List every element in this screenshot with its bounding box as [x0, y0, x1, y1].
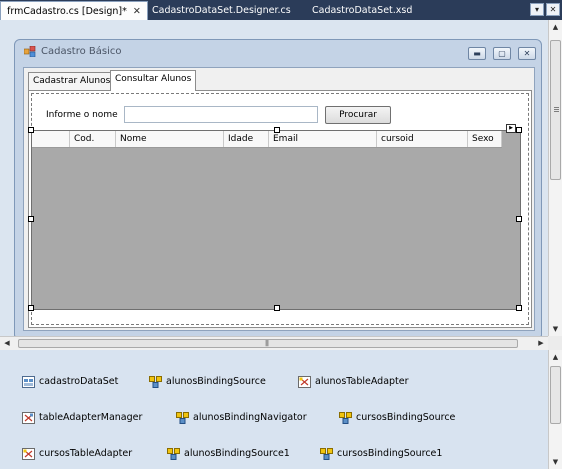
- resize-handle-top[interactable]: [274, 127, 280, 133]
- grip-line: [554, 107, 559, 108]
- doc-tab-dataset-xsd[interactable]: CadastroDataSet.xsd: [306, 1, 418, 20]
- form-client-area: Cadastrar Alunos Consultar Alunos Inform…: [23, 67, 535, 331]
- scroll-right-icon[interactable]: ▶: [534, 337, 548, 350]
- tab-page-selection-border: Informe o nome Procurar Cod. Nome Idade …: [28, 93, 529, 325]
- resize-handle-right[interactable]: [516, 216, 522, 222]
- column-header-cod[interactable]: Cod.: [70, 131, 116, 147]
- table-adapter-manager-icon: [22, 412, 35, 424]
- binding-source-icon: [149, 376, 162, 388]
- close-document-icon[interactable]: ✕: [546, 3, 560, 16]
- doc-tab-frmcadastro-design[interactable]: frmCadastro.cs [Design]* ✕: [0, 1, 148, 20]
- search-label: Informe o nome: [46, 110, 118, 120]
- doc-tab-label: CadastroDataSet.xsd: [312, 5, 413, 16]
- component-name: cursosBindingSource1: [337, 448, 443, 459]
- component-name: alunosBindingSource1: [184, 448, 290, 459]
- resize-handle-bottom[interactable]: [274, 305, 280, 311]
- design-surface: Cadastro Básico ▬ ▢ ✕ Cadastrar Alunos C…: [0, 20, 548, 336]
- close-tab-icon[interactable]: ✕: [133, 6, 141, 17]
- component-name: cadastroDataSet: [39, 376, 119, 387]
- tab-dropdown-icon[interactable]: ▾: [530, 3, 544, 16]
- scroll-down-icon[interactable]: ▼: [549, 455, 562, 469]
- grip-icon: |||: [265, 340, 269, 347]
- resize-handle-top-right[interactable]: [516, 127, 522, 133]
- binding-navigator-icon: [176, 412, 189, 424]
- doc-tab-dataset-designer[interactable]: CadastroDataSet.Designer.cs: [146, 1, 297, 20]
- document-tab-strip: frmCadastro.cs [Design]* ✕ CadastroDataSe…: [0, 0, 562, 20]
- close-button[interactable]: ✕: [518, 47, 536, 60]
- tray-scroll-thumb[interactable]: [550, 366, 561, 424]
- form-app-icon: [24, 46, 36, 57]
- grip-line: [554, 111, 559, 112]
- smart-tag-icon[interactable]: ▶: [506, 124, 516, 133]
- scrollbar-corner: [548, 336, 562, 350]
- scroll-thumb[interactable]: [550, 40, 561, 180]
- resize-handle-left[interactable]: [28, 216, 34, 222]
- designer-horizontal-scrollbar[interactable]: ◀ ||| ▶: [0, 336, 548, 350]
- doc-tab-label: CadastroDataSet.Designer.cs: [152, 5, 291, 16]
- scroll-up-icon[interactable]: ▲: [549, 20, 562, 34]
- doc-tab-label: frmCadastro.cs [Design]*: [7, 6, 127, 17]
- column-header-email[interactable]: Email: [269, 131, 377, 147]
- column-header-sexo[interactable]: Sexo: [468, 131, 502, 147]
- designer-vertical-scrollbar[interactable]: ▲ ▼: [548, 20, 562, 336]
- visual-studio-designer: frmCadastro.cs [Design]* ✕ CadastroDataSe…: [0, 0, 562, 469]
- component-name: alunosBindingSource: [166, 376, 266, 387]
- component-tray: cadastroDataSet alunosBindingSource alun…: [0, 350, 548, 469]
- component-name: cursosTableAdapter: [39, 448, 133, 459]
- column-header-nome[interactable]: Nome: [116, 131, 224, 147]
- scroll-down-icon[interactable]: ▼: [549, 322, 562, 336]
- dataset-icon: [22, 376, 35, 388]
- binding-source-icon: [167, 448, 180, 460]
- search-name-input[interactable]: [124, 106, 318, 123]
- resize-handle-bottom-right[interactable]: [516, 305, 522, 311]
- component-name: tableAdapterManager: [39, 412, 143, 423]
- tray-vertical-scrollbar[interactable]: ▲ ▼: [548, 350, 562, 469]
- component-name: alunosBindingNavigator: [193, 412, 307, 423]
- table-adapter-icon: [298, 376, 311, 388]
- binding-source-icon: [339, 412, 352, 424]
- tab-cadastrar-alunos[interactable]: Cadastrar Alunos: [28, 72, 116, 90]
- binding-source-icon: [320, 448, 333, 460]
- row-header-corner: [32, 131, 70, 147]
- form-title: Cadastro Básico: [41, 46, 122, 57]
- maximize-button[interactable]: ▢: [493, 47, 511, 60]
- designed-form[interactable]: Cadastro Básico ▬ ▢ ✕ Cadastrar Alunos C…: [14, 39, 542, 336]
- component-name: cursosBindingSource: [356, 412, 456, 423]
- resize-handle-bottom-left[interactable]: [28, 305, 34, 311]
- grip-line: [554, 109, 559, 110]
- table-adapter-icon: [22, 448, 35, 460]
- horizontal-scroll-thumb[interactable]: |||: [18, 339, 518, 348]
- minimize-button[interactable]: ▬: [468, 47, 486, 60]
- tab-consultar-alunos[interactable]: Consultar Alunos: [110, 70, 197, 91]
- column-header-idade[interactable]: Idade: [224, 131, 269, 147]
- grid-header-row: Cod. Nome Idade Email cursoid Sexo: [32, 131, 502, 148]
- alunos-data-grid[interactable]: Cod. Nome Idade Email cursoid Sexo ▶: [28, 124, 522, 311]
- resize-handle-top-left[interactable]: [28, 127, 34, 133]
- search-button[interactable]: Procurar: [325, 106, 391, 124]
- scroll-left-icon[interactable]: ◀: [0, 337, 14, 350]
- scroll-up-icon[interactable]: ▲: [549, 350, 562, 364]
- component-name: alunosTableAdapter: [315, 376, 409, 387]
- form-title-bar: Cadastro Básico ▬ ▢ ✕: [15, 40, 541, 64]
- column-header-cursoid[interactable]: cursoid: [377, 131, 468, 147]
- tab-page-consultar: Informe o nome Procurar Cod. Nome Idade …: [28, 90, 532, 328]
